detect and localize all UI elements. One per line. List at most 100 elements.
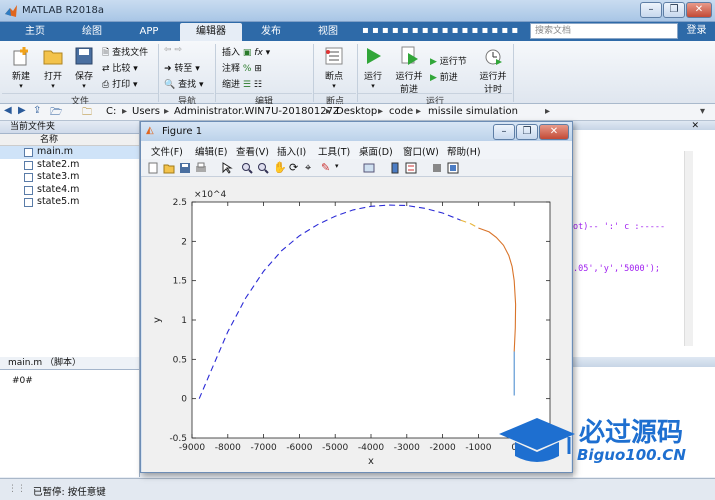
file-name: state2.m <box>37 158 80 170</box>
print-button[interactable]: ⎙ 打印 ▾ <box>102 77 137 90</box>
figure-title-bar: ◭ Figure 1 – ❐ ✕ <box>141 122 572 141</box>
menu-desktop[interactable]: 桌面(D) <box>359 144 393 158</box>
menu-tools[interactable]: 工具(T) <box>318 144 350 158</box>
breadcrumb-administrator[interactable]: Administrator.WIN7U-20180127Z <box>174 106 340 117</box>
tab-plots[interactable]: 绘图 <box>66 23 118 41</box>
maximize-button[interactable]: ❐ <box>663 2 685 18</box>
figure-minimize-button[interactable]: – <box>493 124 515 140</box>
ribbon-divider <box>513 44 514 102</box>
insert-legend-icon[interactable] <box>405 162 417 174</box>
save-button[interactable]: 保存 ▾ <box>70 45 98 90</box>
back-icon[interactable]: ◀ <box>4 105 12 116</box>
find-button[interactable]: 🔍 查找 ▾ <box>164 77 203 90</box>
folder-up-icon[interactable]: ⇪ <box>33 105 41 116</box>
breadcrumb-code[interactable]: code <box>389 106 413 117</box>
breadcrumb-separator: ▸ <box>164 106 170 117</box>
x-tick-label: -5000 <box>322 443 348 453</box>
indent-label: 缩进 <box>222 80 241 90</box>
link-plot-icon[interactable] <box>363 162 375 174</box>
rotate-3d-icon[interactable]: ⟳ <box>289 161 298 174</box>
new-figure-icon[interactable] <box>147 162 159 174</box>
brush-icon[interactable]: ✎ <box>321 161 330 174</box>
menu-view[interactable]: 查看(V) <box>236 144 269 158</box>
back-forward-nav[interactable]: ⇦ ⇨ <box>164 45 182 55</box>
close-button[interactable]: ✕ <box>686 2 712 18</box>
comment-button[interactable]: 注释 % ⊞ <box>222 61 262 74</box>
file-item-main[interactable]: main.m <box>0 146 139 159</box>
zoom-in-icon[interactable] <box>241 162 253 174</box>
data-cursor-icon[interactable]: ⌖ <box>305 161 311 175</box>
editor-close-icon[interactable]: ✕ <box>691 121 699 131</box>
file-item-state4[interactable]: state4.m <box>0 184 139 197</box>
breadcrumb-users[interactable]: Users <box>132 106 160 117</box>
address-bar: ◀ ▶ ⇪ 🗁 🗀 C: ▸ Users ▸ Administrator.WIN… <box>0 104 715 121</box>
editor-scrollbar[interactable] <box>684 151 693 346</box>
x-tick-label: -7000 <box>251 443 277 453</box>
browse-folder-icon[interactable]: 🗁 <box>50 105 62 122</box>
brush-dropdown-icon[interactable]: ▾ <box>335 162 339 170</box>
print-figure-icon[interactable] <box>195 162 207 174</box>
file-item-state3[interactable]: state3.m <box>0 171 139 184</box>
tab-apps[interactable]: APP <box>124 23 174 41</box>
watermark-subtitle: Biguo100.CN <box>577 446 686 464</box>
tab-home[interactable]: 主页 <box>10 23 60 41</box>
file-item-state2[interactable]: state2.m <box>0 159 139 172</box>
insert-colorbar-icon[interactable] <box>389 162 401 174</box>
save-figure-icon[interactable] <box>179 162 191 174</box>
indent-button[interactable]: 缩进 ☰ ☷ <box>222 77 262 90</box>
insert-button[interactable]: 插入 ▣ fx ▾ <box>222 45 270 58</box>
breadcrumb-separator: ▸ <box>378 106 384 117</box>
minimize-button[interactable]: – <box>640 2 662 18</box>
goto-label: 转至 <box>174 64 193 74</box>
compare-icon: ⇄ <box>102 64 113 74</box>
figure-title: Figure 1 <box>162 126 203 137</box>
hide-plot-tools-icon[interactable] <box>431 162 443 174</box>
pan-hand-icon[interactable]: ✋ <box>273 161 287 174</box>
show-plot-tools-icon[interactable] <box>447 162 459 174</box>
name-column-header[interactable]: 名称 <box>0 134 139 146</box>
menu-insert[interactable]: 插入(I) <box>277 144 306 158</box>
zoom-out-icon[interactable] <box>257 162 269 174</box>
menu-edit[interactable]: 编辑(E) <box>195 144 227 158</box>
menu-file[interactable]: 文件(F) <box>151 144 183 158</box>
menu-window[interactable]: 窗口(W) <box>403 144 439 158</box>
save-icon <box>75 47 93 65</box>
compare-button[interactable]: ⇄ 比较 ▾ <box>102 61 138 74</box>
goto-button[interactable]: ➜ 转至 ▾ <box>164 61 200 74</box>
edit-plot-pointer-icon[interactable] <box>221 162 233 174</box>
breakpoints-button[interactable]: 断点 ▾ <box>318 45 350 90</box>
find-files-button[interactable]: 🗎 查找文件 <box>102 45 148 61</box>
advance-button[interactable]: ▶ 前进 <box>430 70 458 83</box>
menu-help[interactable]: 帮助(H) <box>447 144 481 158</box>
outdent-icon: ☷ <box>253 80 262 90</box>
open-file-icon[interactable] <box>163 162 175 174</box>
breadcrumb-drive[interactable]: C: <box>106 106 116 117</box>
open-button[interactable]: 打开 ▾ <box>38 45 68 90</box>
figure-close-button[interactable]: ✕ <box>539 124 569 140</box>
x-tick-label: -4000 <box>358 443 384 453</box>
tab-view[interactable]: 视图 <box>300 23 356 41</box>
section-file: 文件 <box>2 93 158 107</box>
run-and-time-button[interactable]: 运行并 计时 <box>478 45 508 95</box>
insert-label: 插入 <box>222 48 241 58</box>
file-item-state5[interactable]: state5.m <box>0 196 139 209</box>
run-section-button[interactable]: ▶ 运行节 <box>430 54 467 67</box>
watermark-logo: 必过源码 Biguo100.CN <box>495 412 715 472</box>
breadcrumb-desktop[interactable]: Desktop <box>336 106 377 117</box>
tab-editor[interactable]: 编辑器 <box>180 23 242 41</box>
figure-toolbar: ✋ ⟳ ⌖ ✎ ▾ <box>141 159 572 177</box>
breadcrumb-separator: ▸ <box>326 106 332 117</box>
run-and-advance-button[interactable]: 运行并 前进 <box>394 45 424 95</box>
y-axis-multiplier: ×10^4 <box>194 190 227 200</box>
search-icon[interactable]: ⌕ <box>667 23 673 34</box>
figure-maximize-button[interactable]: ❐ <box>516 124 538 140</box>
search-documentation-input[interactable]: 搜索文档 <box>530 23 678 39</box>
forward-icon[interactable]: ▶ <box>18 105 26 116</box>
login-button[interactable]: 登录 <box>680 23 713 39</box>
run-advance-icon <box>401 46 418 65</box>
new-button[interactable]: 新建 ▾ <box>6 45 36 90</box>
run-button[interactable]: 运行 ▾ <box>360 45 386 90</box>
tab-publish[interactable]: 发布 <box>248 23 294 41</box>
breadcrumb-missile-simulation[interactable]: missile simulation <box>428 106 518 117</box>
address-dropdown-icon[interactable]: ▾ <box>700 106 705 117</box>
